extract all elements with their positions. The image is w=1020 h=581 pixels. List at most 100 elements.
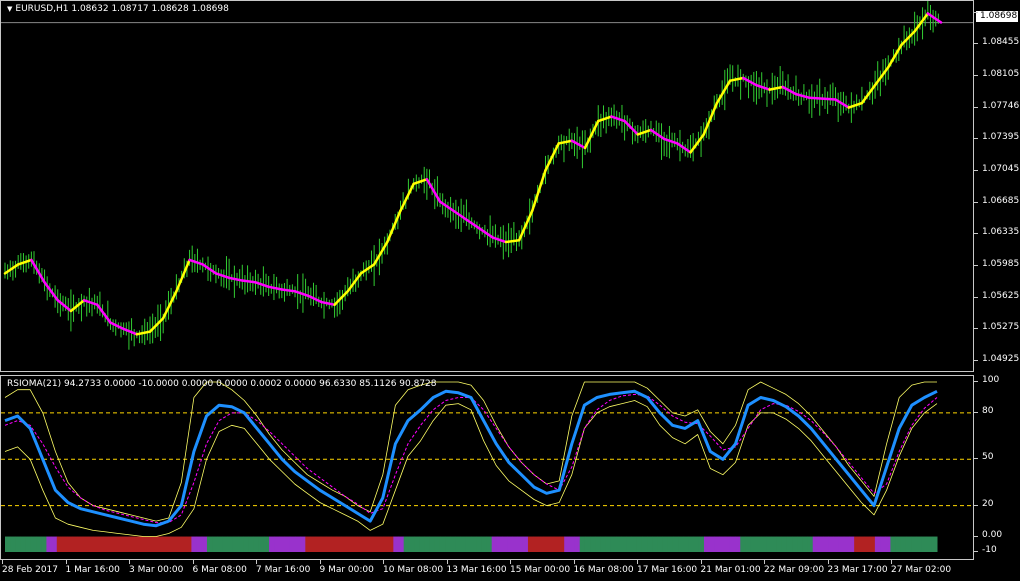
ma-segment-down — [56, 299, 73, 313]
ma-segment-up — [359, 263, 376, 275]
ma-segment-up — [887, 43, 903, 69]
ma-segment-up — [636, 128, 653, 136]
ma-segment-up — [715, 79, 732, 105]
histogram-bar — [848, 536, 855, 552]
ma-segment-up — [372, 240, 389, 266]
histogram-bar — [538, 536, 544, 552]
histogram-bar — [113, 536, 120, 552]
histogram-bar — [641, 536, 648, 552]
histogram-bar — [155, 536, 161, 552]
price-axis-label: 1.05985 — [982, 258, 1020, 269]
histogram-bar — [657, 536, 664, 552]
time-axis-label: 7 Mar 16:00 — [256, 565, 311, 575]
time-axis-label: 17 Mar 16:00 — [637, 565, 698, 575]
histogram-bar — [729, 536, 736, 552]
ma-segment-down — [122, 327, 139, 336]
histogram-bar — [118, 536, 125, 552]
histogram-bar — [631, 536, 638, 552]
price-axis-label: 1.08105 — [982, 68, 1020, 79]
histogram-bar — [419, 536, 425, 552]
histogram-bar — [326, 536, 332, 552]
histogram-bar — [25, 536, 32, 552]
time-axis-label: 21 Mar 01:00 — [700, 565, 761, 575]
ma-segment-down — [623, 119, 640, 136]
time-axis-tick — [192, 560, 194, 564]
histogram-bar — [139, 536, 146, 552]
time-axis-label: 13 Mar 16:00 — [446, 565, 507, 575]
chart-menu-icon[interactable]: ▼ — [7, 5, 12, 13]
histogram-bar — [647, 536, 653, 552]
histogram-bar — [232, 536, 239, 552]
ma-segment-up — [531, 169, 547, 212]
ma-segment-down — [82, 299, 99, 306]
price-axis-label: 1.05275 — [982, 322, 1020, 333]
time-axis-tick — [827, 560, 829, 564]
histogram-bar — [719, 536, 726, 552]
histogram-bar — [605, 536, 612, 552]
histogram-bar — [569, 536, 576, 552]
histogram-bar — [429, 536, 436, 552]
ma-segment-up — [346, 272, 363, 293]
ma-segment-down — [610, 115, 626, 123]
histogram-bar — [372, 536, 379, 552]
time-axis-tick — [446, 560, 448, 564]
indicator-axis-tick — [974, 411, 978, 413]
histogram-bar — [755, 536, 762, 552]
histogram-bar — [243, 536, 249, 552]
time-axis-label: 22 Mar 09:00 — [764, 565, 825, 575]
histogram-bar — [543, 536, 550, 552]
histogram-bar — [46, 536, 53, 552]
time-axis-tick — [2, 560, 3, 564]
indicator-axis-label: 50 — [982, 452, 994, 463]
histogram-bar — [98, 536, 104, 552]
histogram-bar — [854, 536, 860, 552]
histogram-bar — [838, 536, 845, 552]
histogram-bar — [672, 536, 679, 552]
indicator-axis-tick — [974, 551, 978, 552]
histogram-bar — [445, 536, 451, 552]
ma-segment-down — [465, 218, 481, 230]
histogram-bar — [248, 536, 255, 552]
ma-segment-down — [188, 258, 204, 266]
histogram-bar — [527, 536, 534, 552]
histogram-bar — [823, 536, 829, 552]
histogram-bar — [331, 536, 337, 552]
time-axis-tick — [129, 560, 130, 564]
ma-segment-up — [557, 139, 574, 145]
histogram-bar — [315, 536, 322, 552]
time-axis-tick — [891, 560, 892, 564]
histogram-bar — [320, 536, 327, 552]
ma-segment-up — [386, 209, 402, 244]
ma-segment-down — [742, 76, 758, 87]
histogram-bar — [693, 536, 700, 552]
ma-segment-down — [794, 92, 811, 99]
price-axis[interactable]: 1.08698 1.08455 1.08105 1.07746 1.07395 1.07… — [974, 0, 1020, 372]
histogram-bar — [895, 536, 902, 552]
ma-segment-down — [201, 263, 218, 275]
time-axis[interactable]: 28 Feb 2017 1 Mar 16:00 3 Mar 00:00 6 Mar 0… — [0, 560, 974, 581]
ma-segment-up — [135, 330, 152, 336]
histogram-bar — [382, 536, 389, 552]
histogram-bar — [294, 536, 301, 552]
histogram-bar — [15, 536, 22, 552]
ma-segment-down — [280, 288, 297, 293]
histogram-bar — [61, 536, 68, 552]
indicator-axis-tick — [974, 458, 978, 460]
ma-segment-down — [834, 98, 850, 109]
indicator-axis[interactable]: 100 80 50 20 0.00 -10 — [974, 375, 1020, 560]
ma-segment-down — [451, 209, 468, 221]
time-axis-label: 23 Mar 17:00 — [827, 565, 888, 575]
histogram-bar — [414, 536, 420, 552]
price-chart-pane[interactable]: ▼ EURUSD,H1 1.08632 1.08717 1.08628 1.086… — [0, 0, 974, 372]
ma-segment-up — [175, 258, 191, 293]
histogram-bar — [678, 536, 684, 552]
ma-segment-down — [306, 294, 323, 304]
time-axis-label: 1 Mar 16:00 — [65, 565, 120, 575]
histogram-bar — [802, 536, 809, 552]
histogram-bar — [284, 536, 291, 552]
histogram-bar — [196, 536, 203, 552]
time-axis-tick — [637, 560, 638, 564]
rsioma-indicator-pane[interactable]: RSIOMA(21) 94.2733 0.0000 -10.0000 0.000… — [0, 375, 974, 560]
histogram-bar — [662, 536, 669, 552]
histogram-bar — [351, 536, 358, 552]
